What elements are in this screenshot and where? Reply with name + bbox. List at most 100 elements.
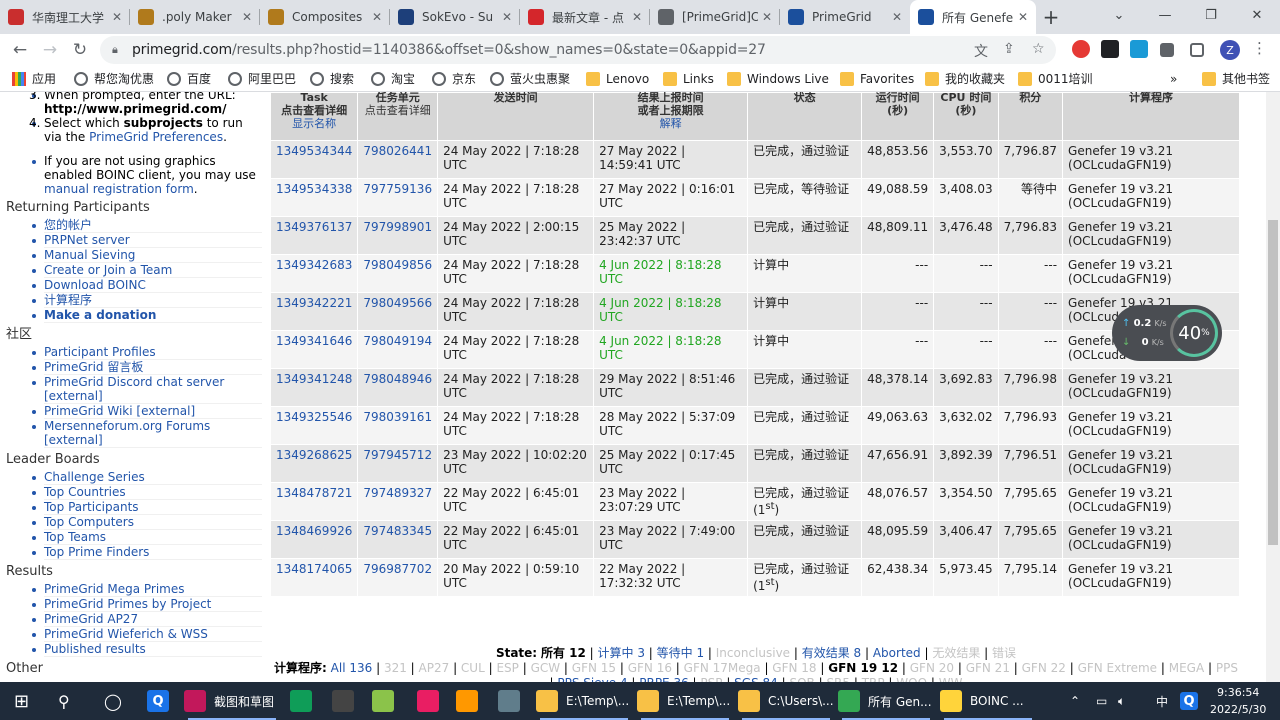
task-id-link[interactable]: 1349341248 — [269, 368, 359, 407]
forward-button[interactable]: → — [35, 40, 65, 60]
bookmark-search[interactable]: 搜索 — [310, 70, 354, 87]
system-tray-chevron-icon[interactable]: ⌃ — [1070, 682, 1080, 720]
workunit-id-link[interactable]: 798049194 — [357, 330, 439, 369]
workunit-id-link[interactable]: 796987702 — [357, 558, 439, 597]
workunit-id-anchor[interactable]: 798049566 — [363, 296, 432, 310]
network-icon[interactable]: ▭ — [1096, 682, 1107, 720]
browser-tab[interactable]: [PrimeGrid]C ✕ — [650, 0, 780, 34]
workunit-id-anchor[interactable]: 798026441 — [363, 144, 432, 158]
sidebar-link[interactable]: 您的帐户 — [44, 218, 92, 232]
sidebar-link[interactable]: Participant Profiles — [44, 345, 156, 359]
workunit-id-anchor[interactable]: 797759136 — [363, 182, 432, 196]
bookmark-links[interactable]: Links — [663, 71, 714, 86]
settings-app-icon[interactable] — [498, 682, 528, 720]
workunit-id-link[interactable]: 798048946 — [357, 368, 439, 407]
close-tab-icon[interactable]: ✕ — [112, 10, 122, 24]
task-id-link[interactable]: 1349325546 — [269, 406, 359, 445]
task-id-anchor[interactable]: 1349342221 — [276, 296, 352, 310]
task-id-anchor[interactable]: 1348174065 — [276, 562, 352, 576]
browser-tab[interactable]: .poly Maker ✕ — [130, 0, 260, 34]
sidebar-link[interactable]: Top Participants — [44, 500, 139, 514]
sidebar-link[interactable]: Download BOINC — [44, 278, 146, 292]
taskbar-app-folder[interactable]: E:\Temp\... — [536, 682, 632, 720]
network-speed-widget[interactable]: ↑ 0.2 K/s ↓ 0 K/s 40% — [1112, 305, 1222, 361]
browser-tab[interactable]: 最新文章 - 点 ✕ — [520, 0, 650, 34]
bookmark-other[interactable]: 其他书签 — [1202, 70, 1270, 87]
restore-button[interactable]: ❐ — [1188, 0, 1234, 30]
sidebar-link[interactable]: PrimeGrid Wiki [external] — [44, 404, 195, 418]
bookmark-star-icon[interactable]: ☆ — [1032, 41, 1045, 57]
show-names-link[interactable]: 显示名称 — [292, 117, 336, 130]
task-id-anchor[interactable]: 1349341248 — [276, 372, 352, 386]
bookmark-0011[interactable]: 0011培训 — [1018, 70, 1093, 87]
sidebar-link[interactable]: Make a donation — [44, 308, 156, 322]
task-id-link[interactable]: 1349342221 — [269, 292, 359, 331]
close-tab-icon[interactable]: ✕ — [242, 10, 252, 24]
task-id-anchor[interactable]: 1349534344 — [276, 144, 352, 158]
url-text[interactable]: primegrid.com/results.php?hostid=1140386… — [132, 42, 766, 58]
qq-browser-icon[interactable]: Q — [147, 682, 177, 720]
task-id-link[interactable]: 1348469926 — [269, 520, 359, 559]
sidebar-link[interactable]: PrimeGrid 留言板 — [44, 360, 143, 374]
bookmark-alibaba[interactable]: 阿里巴巴 — [228, 70, 296, 87]
preferences-link[interactable]: PrimeGrid Preferences — [89, 130, 223, 144]
browser-tab[interactable]: Composites ✕ — [260, 0, 390, 34]
translate-icon[interactable]: 文 — [974, 41, 988, 61]
browser-tab[interactable]: 所有 Genefe ✕ — [910, 0, 1036, 34]
workunit-id-link[interactable]: 798049566 — [357, 292, 439, 331]
minimize-button[interactable]: — — [1142, 0, 1188, 30]
search-icon[interactable]: ⚲ — [58, 682, 70, 720]
manual-registration-link[interactable]: manual registration form — [44, 182, 194, 196]
search-app-icon[interactable] — [456, 682, 486, 720]
sidebar-link[interactable]: Mersenneforum.org Forums [external] — [44, 419, 210, 447]
taskbar-app-boinc[interactable]: BOINC ... — [940, 682, 1036, 720]
page-scrollbar[interactable] — [1266, 92, 1280, 682]
workunit-id-anchor[interactable]: 798039161 — [363, 410, 432, 424]
taskbar-app-chrome[interactable]: 所有 Gen... — [838, 682, 934, 720]
workunit-id-anchor[interactable]: 798048946 — [363, 372, 432, 386]
close-tab-icon[interactable]: ✕ — [892, 10, 902, 24]
extension-cloud-icon[interactable] — [1130, 40, 1148, 58]
pdf-icon[interactable] — [417, 682, 447, 720]
sidebar-link[interactable]: PRPNet server — [44, 233, 130, 247]
task-id-link[interactable]: 1349534344 — [269, 140, 359, 179]
task-id-anchor[interactable]: 1349342683 — [276, 258, 352, 272]
task-id-anchor[interactable]: 1349341646 — [276, 334, 352, 348]
filter-link[interactable]: Aborted — [873, 646, 921, 660]
task-id-link[interactable]: 1348174065 — [269, 558, 359, 597]
taskbar-app-snip[interactable]: 截图和草图 — [184, 682, 280, 720]
task-id-anchor[interactable]: 1349534338 — [276, 182, 352, 196]
close-tab-icon[interactable]: ✕ — [632, 10, 642, 24]
bookmarks-overflow-chevron-icon[interactable]: » — [1170, 72, 1177, 86]
task-id-anchor[interactable]: 1348469926 — [276, 524, 352, 538]
bookmark-my-favorites[interactable]: 我的收藏夹 — [925, 70, 1005, 87]
sidebar-link[interactable]: Create or Join a Team — [44, 263, 172, 277]
close-tab-icon[interactable]: ✕ — [372, 10, 382, 24]
bookmark-jd[interactable]: 京东 — [432, 70, 476, 87]
bookmark-apps[interactable]: 应用 — [12, 70, 56, 87]
close-tab-icon[interactable]: ✕ — [1018, 10, 1028, 24]
close-window-button[interactable]: ✕ — [1234, 0, 1280, 30]
bookmark-windows-live[interactable]: Windows Live — [727, 71, 829, 86]
close-tab-icon[interactable]: ✕ — [502, 10, 512, 24]
task-id-link[interactable]: 1349534338 — [269, 178, 359, 217]
task-id-link[interactable]: 1349342683 — [269, 254, 359, 293]
workunit-id-anchor[interactable]: 797483345 — [363, 524, 432, 538]
task-id-link[interactable]: 1349268625 — [269, 444, 359, 483]
sidebar-link[interactable]: 计算程序 — [44, 293, 92, 307]
sidebar-link[interactable]: PrimeGrid Discord chat server [external] — [44, 375, 224, 403]
bookmark-favorites[interactable]: Favorites — [840, 71, 914, 86]
back-button[interactable]: ← — [5, 40, 35, 60]
task-id-anchor[interactable]: 1349376137 — [276, 220, 352, 234]
sidebar-link[interactable]: Published results — [44, 642, 146, 656]
qq-tray-icon[interactable]: Q — [1180, 682, 1206, 720]
lock-icon[interactable]: 🔒︎ — [112, 43, 126, 57]
scrollbar-thumb[interactable] — [1268, 220, 1278, 545]
workunit-id-link[interactable]: 797945712 — [357, 444, 439, 483]
share-icon[interactable]: ⇪ — [1003, 41, 1015, 57]
task-id-link[interactable]: 1349341646 — [269, 330, 359, 369]
task-view-icon[interactable]: ◯ — [104, 682, 122, 720]
explain-link[interactable]: 解释 — [660, 117, 682, 130]
edge-icon[interactable] — [290, 682, 320, 720]
filter-link[interactable]: 等待中 1 — [657, 646, 704, 660]
